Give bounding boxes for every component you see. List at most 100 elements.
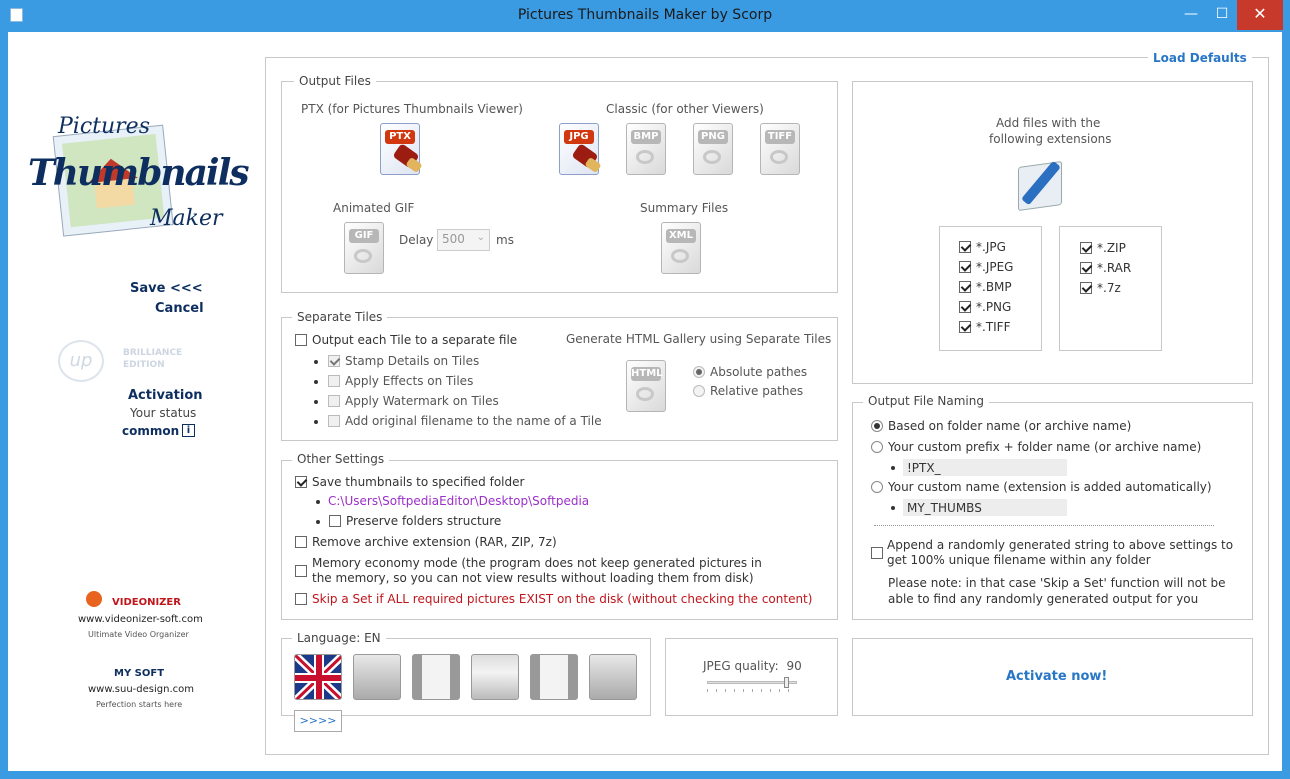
output-each-tile-option[interactable]: Output each Tile to a separate file: [295, 333, 517, 347]
ptx-label: PTX (for Pictures Thumbnails Viewer): [301, 102, 523, 116]
language-flag-3[interactable]: [412, 654, 460, 700]
apply-effects-checkbox[interactable]: [328, 375, 340, 387]
ext-rar-checkbox[interactable]: [1080, 262, 1092, 274]
remove-ext-option[interactable]: Remove archive extension (RAR, ZIP, 7z): [295, 535, 557, 549]
ext-tiff[interactable]: *.TIFF: [959, 320, 1011, 334]
memory-mode-checkbox[interactable]: [295, 565, 307, 577]
mysoft-url[interactable]: www.suu-design.com: [88, 684, 194, 695]
apply-effects-option[interactable]: Apply Effects on Tiles: [328, 374, 473, 388]
delay-label: Delay: [399, 233, 434, 247]
maximize-button[interactable]: ☐: [1207, 0, 1237, 30]
language-flag-2[interactable]: [353, 654, 401, 700]
jpeg-quality-slider[interactable]: [707, 677, 797, 692]
tiff-output-toggle[interactable]: TIFF: [760, 123, 800, 175]
output-files-legend: Output Files: [294, 74, 376, 88]
delay-select[interactable]: 500 ⌄: [437, 229, 490, 251]
videonizer-name[interactable]: VIDEONIZER: [112, 597, 181, 608]
ext-png[interactable]: *.PNG: [959, 300, 1011, 314]
english-flag[interactable]: [294, 654, 342, 700]
stamp-details-option[interactable]: Stamp Details on Tiles: [328, 354, 479, 368]
naming-folder-option[interactable]: Based on folder name (or archive name): [871, 419, 1131, 433]
image-icon: [636, 150, 654, 164]
edition-label: EDITION: [123, 360, 165, 370]
xml-output-toggle[interactable]: XML: [661, 222, 701, 274]
output-each-tile-checkbox[interactable]: [295, 334, 307, 346]
ext-png-checkbox[interactable]: [959, 301, 971, 313]
add-filename-checkbox[interactable]: [328, 415, 340, 427]
html-gallery-toggle[interactable]: HTML: [626, 360, 666, 412]
save-to-folder-checkbox[interactable]: [295, 476, 307, 488]
append-note-line-1: Please note: in that case 'Skip a Set' f…: [888, 576, 1226, 590]
ext-tiff-checkbox[interactable]: [959, 321, 971, 333]
absolute-pathes-radio[interactable]: [693, 366, 705, 378]
naming-prefix-radio[interactable]: [871, 441, 883, 453]
ext-zip[interactable]: *.ZIP: [1080, 241, 1126, 255]
info-icon[interactable]: i: [182, 424, 195, 437]
naming-custom-radio[interactable]: [871, 481, 883, 493]
remove-ext-checkbox[interactable]: [295, 536, 307, 548]
language-flag-4[interactable]: [471, 654, 519, 700]
activation-label[interactable]: Activation: [128, 388, 203, 403]
add-filename-option[interactable]: Add original filename to the name of a T…: [328, 414, 602, 428]
naming-prefix-option[interactable]: Your custom prefix + folder name (or arc…: [871, 440, 1201, 454]
ext-7z[interactable]: *.7z: [1080, 281, 1121, 295]
skip-set-option[interactable]: Skip a Set if ALL required pictures EXIS…: [295, 592, 812, 606]
bullet: [316, 500, 320, 504]
preserve-structure-option[interactable]: Preserve folders structure: [329, 514, 501, 528]
save-to-folder-option[interactable]: Save thumbnails to specified folder: [295, 475, 524, 489]
ext-jpeg-checkbox[interactable]: [959, 261, 971, 273]
logo-text-thumbnails: Thumbnails: [28, 152, 250, 194]
custom-name-input[interactable]: MY_THUMBS: [903, 499, 1067, 516]
gif-output-toggle[interactable]: GIF: [344, 222, 384, 274]
memory-mode-option[interactable]: Memory economy mode (the program does no…: [295, 556, 762, 586]
ext-jpg-checkbox[interactable]: [959, 241, 971, 253]
minimize-button[interactable]: —: [1176, 0, 1206, 30]
ext-jpg[interactable]: *.JPG: [959, 240, 1006, 254]
language-flag-5[interactable]: [530, 654, 578, 700]
videonizer-tagline: Ultimate Video Organizer: [88, 630, 189, 639]
output-folder-path[interactable]: C:\Users\SoftpediaEditor\Desktop\Softped…: [328, 494, 589, 508]
append-random-checkbox[interactable]: [871, 547, 883, 559]
naming-custom-option[interactable]: Your custom name (extension is added aut…: [871, 480, 1212, 494]
ext-zip-checkbox[interactable]: [1080, 242, 1092, 254]
jpg-output-toggle[interactable]: JPG: [559, 123, 602, 175]
ptx-output-toggle[interactable]: PTX: [380, 123, 423, 175]
load-defaults-link[interactable]: Load Defaults: [1148, 51, 1252, 65]
apply-watermark-checkbox[interactable]: [328, 395, 340, 407]
cancel-link[interactable]: Cancel: [155, 301, 204, 316]
activate-now-link[interactable]: Activate now!: [1006, 669, 1107, 684]
prefix-input[interactable]: !PTX_: [903, 459, 1067, 476]
ext-jpeg[interactable]: *.JPEG: [959, 260, 1013, 274]
naming-custom-label: Your custom name (extension is added aut…: [888, 480, 1212, 494]
videonizer-url[interactable]: www.videonizer-soft.com: [78, 614, 203, 625]
relative-pathes-radio[interactable]: [693, 385, 705, 397]
preserve-structure-checkbox[interactable]: [329, 515, 341, 527]
png-output-toggle[interactable]: PNG: [693, 123, 733, 175]
bullet: [891, 506, 895, 510]
naming-folder-radio[interactable]: [871, 420, 883, 432]
relative-pathes-label: Relative pathes: [710, 384, 804, 398]
close-button[interactable]: ✕: [1237, 0, 1283, 30]
relative-pathes-option[interactable]: Relative pathes: [693, 384, 803, 398]
stamp-details-checkbox[interactable]: [328, 355, 340, 367]
append-random-option[interactable]: Append a randomly generated string to ab…: [871, 538, 1233, 568]
logo-text-pictures: Pictures: [58, 114, 150, 139]
mysoft-name[interactable]: MY SOFT: [114, 668, 164, 679]
output-each-tile-label: Output each Tile to a separate file: [312, 333, 518, 347]
append-random-line-1: Append a randomly generated string to ab…: [887, 538, 1234, 552]
language-flag-6[interactable]: [589, 654, 637, 700]
apply-watermark-option[interactable]: Apply Watermark on Tiles: [328, 394, 499, 408]
absolute-pathes-label: Absolute pathes: [710, 365, 808, 379]
ext-7z-checkbox[interactable]: [1080, 282, 1092, 294]
bullet: [314, 400, 318, 404]
bmp-output-toggle[interactable]: BMP: [626, 123, 666, 175]
slider-thumb[interactable]: [784, 677, 789, 688]
bmp-tag: BMP: [631, 130, 661, 144]
ext-rar[interactable]: *.RAR: [1080, 261, 1131, 275]
ext-bmp-checkbox[interactable]: [959, 281, 971, 293]
save-link[interactable]: Save <<<: [130, 281, 203, 296]
ext-bmp[interactable]: *.BMP: [959, 280, 1012, 294]
more-languages-button[interactable]: >>>>: [294, 710, 342, 732]
absolute-pathes-option[interactable]: Absolute pathes: [693, 365, 807, 379]
skip-set-checkbox[interactable]: [295, 593, 307, 605]
